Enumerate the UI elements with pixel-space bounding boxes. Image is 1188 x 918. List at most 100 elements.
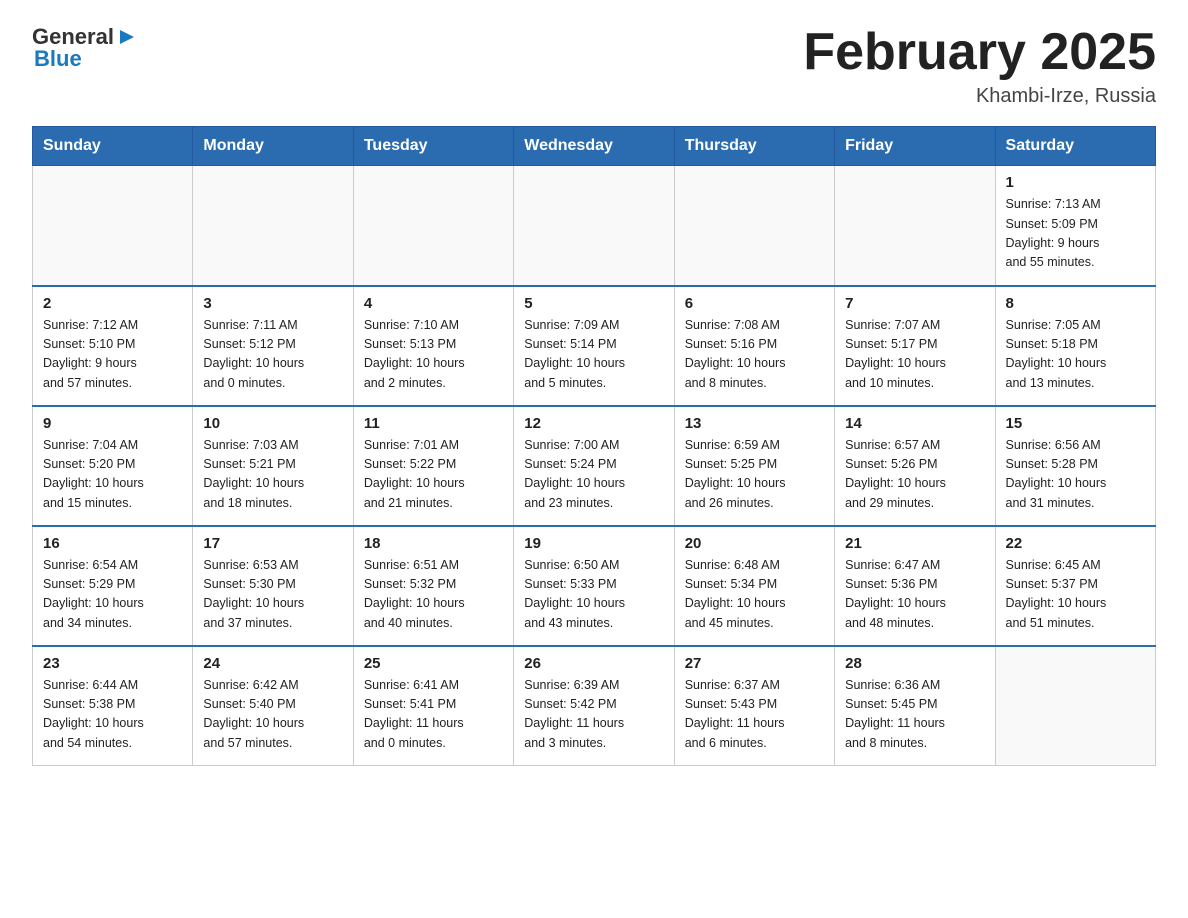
calendar-cell: 27 Sunrise: 6:37 AMSunset: 5:43 PMDayligh… [674,646,834,766]
day-info: Sunrise: 7:03 AMSunset: 5:21 PMDaylight:… [203,436,342,514]
day-number: 21 [845,535,984,552]
calendar-cell: 9 Sunrise: 7:04 AMSunset: 5:20 PMDaylight… [33,406,193,526]
day-info: Sunrise: 6:57 AMSunset: 5:26 PMDaylight:… [845,436,984,514]
calendar-cell [674,166,834,286]
logo-blue-text: Blue [32,46,82,72]
day-number: 17 [203,535,342,552]
day-info: Sunrise: 6:41 AMSunset: 5:41 PMDaylight:… [364,676,503,754]
day-info: Sunrise: 7:01 AMSunset: 5:22 PMDaylight:… [364,436,503,514]
day-number: 19 [524,535,663,552]
calendar-cell: 12 Sunrise: 7:00 AMSunset: 5:24 PMDayligh… [514,406,674,526]
calendar-week-row: 1 Sunrise: 7:13 AMSunset: 5:09 PMDaylight… [33,166,1156,286]
day-number: 7 [845,295,984,312]
col-header-thursday: Thursday [674,127,834,166]
calendar-cell: 19 Sunrise: 6:50 AMSunset: 5:33 PMDayligh… [514,526,674,646]
calendar-table: SundayMondayTuesdayWednesdayThursdayFrid… [32,126,1156,766]
calendar-cell: 5 Sunrise: 7:09 AMSunset: 5:14 PMDaylight… [514,286,674,406]
calendar-cell: 21 Sunrise: 6:47 AMSunset: 5:36 PMDayligh… [835,526,995,646]
location: Khambi-Irze, Russia [803,85,1156,108]
calendar-cell: 20Sunrise: 6:48 AMSunset: 5:34 PMDayligh… [674,526,834,646]
day-info: Sunrise: 7:12 AMSunset: 5:10 PMDaylight:… [43,316,182,394]
day-number: 2 [43,295,182,312]
calendar-cell: 7 Sunrise: 7:07 AMSunset: 5:17 PMDaylight… [835,286,995,406]
logo-triangle-icon [116,26,138,48]
day-number: 6 [685,295,824,312]
calendar-cell [33,166,193,286]
day-number: 3 [203,295,342,312]
calendar-cell [514,166,674,286]
day-info: Sunrise: 6:39 AMSunset: 5:42 PMDaylight:… [524,676,663,754]
calendar-cell: 25 Sunrise: 6:41 AMSunset: 5:41 PMDayligh… [353,646,513,766]
col-header-sunday: Sunday [33,127,193,166]
day-number: 22 [1006,535,1145,552]
day-number: 15 [1006,415,1145,432]
day-info: Sunrise: 6:36 AMSunset: 5:45 PMDaylight:… [845,676,984,754]
day-info: Sunrise: 7:00 AMSunset: 5:24 PMDaylight:… [524,436,663,514]
day-number: 26 [524,655,663,672]
day-info: Sunrise: 6:59 AMSunset: 5:25 PMDaylight:… [685,436,824,514]
calendar-cell: 10 Sunrise: 7:03 AMSunset: 5:21 PMDayligh… [193,406,353,526]
calendar-cell: 15 Sunrise: 6:56 AMSunset: 5:28 PMDayligh… [995,406,1155,526]
day-number: 14 [845,415,984,432]
logo: General Blue [32,24,138,72]
calendar-cell: 1 Sunrise: 7:13 AMSunset: 5:09 PMDaylight… [995,166,1155,286]
day-info: Sunrise: 6:47 AMSunset: 5:36 PMDaylight:… [845,556,984,634]
day-info: Sunrise: 6:42 AMSunset: 5:40 PMDaylight:… [203,676,342,754]
calendar-cell: 6Sunrise: 7:08 AMSunset: 5:16 PMDaylight… [674,286,834,406]
calendar-cell: 3 Sunrise: 7:11 AMSunset: 5:12 PMDaylight… [193,286,353,406]
day-number: 11 [364,415,503,432]
day-number: 1 [1006,174,1145,191]
calendar-header-row: SundayMondayTuesdayWednesdayThursdayFrid… [33,127,1156,166]
day-info: Sunrise: 6:50 AMSunset: 5:33 PMDaylight:… [524,556,663,634]
day-number: 27 [685,655,824,672]
calendar-cell: 2 Sunrise: 7:12 AMSunset: 5:10 PMDaylight… [33,286,193,406]
calendar-week-row: 2 Sunrise: 7:12 AMSunset: 5:10 PMDaylight… [33,286,1156,406]
day-number: 23 [43,655,182,672]
calendar-cell: 16Sunrise: 6:54 AMSunset: 5:29 PMDayligh… [33,526,193,646]
col-header-saturday: Saturday [995,127,1155,166]
calendar-cell: 13 Sunrise: 6:59 AMSunset: 5:25 PMDayligh… [674,406,834,526]
title-area: February 2025 Khambi-Irze, Russia [803,24,1156,108]
calendar-cell: 4Sunrise: 7:10 AMSunset: 5:13 PMDaylight… [353,286,513,406]
calendar-cell [995,646,1155,766]
day-number: 16 [43,535,182,552]
col-header-wednesday: Wednesday [514,127,674,166]
day-number: 12 [524,415,663,432]
col-header-tuesday: Tuesday [353,127,513,166]
day-number: 5 [524,295,663,312]
calendar-cell: 26 Sunrise: 6:39 AMSunset: 5:42 PMDayligh… [514,646,674,766]
day-number: 18 [364,535,503,552]
day-info: Sunrise: 6:53 AMSunset: 5:30 PMDaylight:… [203,556,342,634]
calendar-week-row: 9 Sunrise: 7:04 AMSunset: 5:20 PMDaylight… [33,406,1156,526]
calendar-cell: 24Sunrise: 6:42 AMSunset: 5:40 PMDayligh… [193,646,353,766]
calendar-cell: 22 Sunrise: 6:45 AMSunset: 5:37 PMDayligh… [995,526,1155,646]
day-info: Sunrise: 6:45 AMSunset: 5:37 PMDaylight:… [1006,556,1145,634]
day-number: 4 [364,295,503,312]
day-info: Sunrise: 6:56 AMSunset: 5:28 PMDaylight:… [1006,436,1145,514]
day-number: 10 [203,415,342,432]
day-info: Sunrise: 7:09 AMSunset: 5:14 PMDaylight:… [524,316,663,394]
month-title: February 2025 [803,24,1156,81]
day-info: Sunrise: 7:07 AMSunset: 5:17 PMDaylight:… [845,316,984,394]
calendar-week-row: 23Sunrise: 6:44 AMSunset: 5:38 PMDayligh… [33,646,1156,766]
day-number: 13 [685,415,824,432]
calendar-cell: 28 Sunrise: 6:36 AMSunset: 5:45 PMDayligh… [835,646,995,766]
calendar-week-row: 16Sunrise: 6:54 AMSunset: 5:29 PMDayligh… [33,526,1156,646]
calendar-cell: 8Sunrise: 7:05 AMSunset: 5:18 PMDaylight… [995,286,1155,406]
calendar-cell [353,166,513,286]
day-info: Sunrise: 7:05 AMSunset: 5:18 PMDaylight:… [1006,316,1145,394]
calendar-cell: 11 Sunrise: 7:01 AMSunset: 5:22 PMDayligh… [353,406,513,526]
day-number: 25 [364,655,503,672]
day-info: Sunrise: 6:51 AMSunset: 5:32 PMDaylight:… [364,556,503,634]
calendar-cell: 17 Sunrise: 6:53 AMSunset: 5:30 PMDayligh… [193,526,353,646]
day-number: 9 [43,415,182,432]
calendar-cell [193,166,353,286]
day-info: Sunrise: 7:04 AMSunset: 5:20 PMDaylight:… [43,436,182,514]
calendar-cell: 18 Sunrise: 6:51 AMSunset: 5:32 PMDayligh… [353,526,513,646]
day-info: Sunrise: 6:37 AMSunset: 5:43 PMDaylight:… [685,676,824,754]
day-info: Sunrise: 7:13 AMSunset: 5:09 PMDaylight:… [1006,195,1145,273]
page-header: General Blue February 2025 Khambi-Irze, … [32,24,1156,108]
day-info: Sunrise: 7:11 AMSunset: 5:12 PMDaylight:… [203,316,342,394]
col-header-monday: Monday [193,127,353,166]
day-number: 28 [845,655,984,672]
